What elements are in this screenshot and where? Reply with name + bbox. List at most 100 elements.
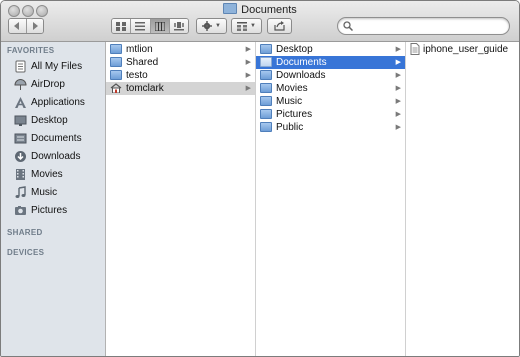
list-item[interactable]: mtlion ▶ [106,43,255,56]
disclosure-arrow-icon: ▶ [245,46,251,53]
list-item-selected[interactable]: tomclark ▶ [106,82,255,95]
nav-buttons [8,18,44,34]
window-title: Documents [241,4,297,16]
disclosure-arrow-icon: ▶ [395,98,401,105]
browser-column-1: mtlion ▶ Shared ▶ testo ▶ tomclark ▶ [106,42,256,356]
back-button[interactable] [9,19,27,33]
chevron-down-icon: ▼ [215,23,221,29]
list-item[interactable]: iphone_user_guide [406,43,519,56]
sidebar-item-music[interactable]: Music [1,184,105,201]
folder-icon [260,44,272,54]
sidebar-item-airdrop[interactable]: AirDrop [1,76,105,93]
item-label: Music [276,96,303,107]
folder-icon [110,57,122,67]
sidebar-section-favorites: FAVORITES [7,46,55,55]
folder-icon [260,109,272,119]
list-view-button[interactable] [131,19,151,33]
disclosure-arrow-icon: ▶ [245,59,251,66]
item-label: mtlion [126,44,153,55]
sidebar: FAVORITES All My Files AirDrop Applicati… [1,42,106,356]
sidebar-item-label: Applications [31,97,85,108]
disclosure-arrow-icon: ▶ [395,111,401,118]
item-label: Desktop [276,44,313,55]
coverflow-view-icon [173,21,184,30]
forward-arrow-icon [32,22,38,30]
sidebar-section-devices: DEVICES [7,248,45,257]
folder-icon [260,57,272,67]
view-switcher [111,18,189,34]
folder-icon [260,96,272,106]
sidebar-item-movies[interactable]: Movies [1,166,105,183]
list-item[interactable]: Movies ▶ [256,82,405,95]
sidebar-item-label: All My Files [31,61,83,72]
disclosure-arrow-icon: ▶ [245,72,251,79]
list-item[interactable]: Music ▶ [256,95,405,108]
list-item[interactable]: Public ▶ [256,121,405,134]
list-item[interactable]: Pictures ▶ [256,108,405,121]
arrange-button[interactable]: ▼ [231,18,262,34]
folder-icon [260,122,272,132]
sidebar-item-documents[interactable]: Documents [1,130,105,147]
sidebar-item-desktop[interactable]: Desktop [1,112,105,129]
sidebar-item-label: AirDrop [31,79,65,90]
sidebar-item-downloads[interactable]: Downloads [1,148,105,165]
disclosure-arrow-icon: ▶ [395,59,401,66]
item-label: Movies [276,83,308,94]
desktop-icon [14,115,27,126]
search-icon [343,21,353,31]
title-bar: Documents ▼ ▼ [1,1,519,42]
disclosure-arrow-icon: ▶ [395,124,401,131]
disclosure-arrow-icon: ▶ [245,85,251,92]
airdrop-icon [14,79,27,90]
documents-icon [14,133,27,144]
item-label: iphone_user_guide [423,44,509,55]
item-label: tomclark [126,83,164,94]
search-input[interactable] [356,19,504,33]
folder-icon [110,44,122,54]
folder-icon [260,83,272,93]
column-view-icon [154,21,165,31]
forward-button[interactable] [26,19,43,33]
list-item[interactable]: testo ▶ [106,69,255,82]
list-item[interactable]: Downloads ▶ [256,69,405,82]
sidebar-item-label: Movies [31,169,63,180]
sidebar-item-pictures[interactable]: Pictures [1,202,105,219]
list-item[interactable]: Desktop ▶ [256,43,405,56]
browser-column-2: Desktop ▶ Documents ▶ Downloads ▶ Movies… [256,42,406,356]
finder-window: Documents ▼ ▼ FAVORITES All My Files Air… [0,0,520,357]
item-label: Shared [126,57,159,68]
document-icon [410,43,420,55]
action-button[interactable]: ▼ [196,18,227,34]
coverflow-view-button[interactable] [169,19,188,33]
disclosure-arrow-icon: ▶ [395,46,401,53]
folder-icon [223,3,238,14]
sidebar-item-applications[interactable]: Applications [1,94,105,111]
list-item-selected[interactable]: Documents ▶ [256,56,405,69]
column-view-button[interactable] [150,19,170,33]
pictures-icon [15,206,26,215]
gear-icon [202,21,213,31]
back-arrow-icon [14,22,20,30]
sidebar-item-label: Documents [31,133,82,144]
window-title-wrap: Documents [1,2,519,18]
item-label: Public [276,122,304,133]
disclosure-arrow-icon: ▶ [395,72,401,79]
icon-view-button[interactable] [112,19,132,33]
search-field[interactable] [337,17,510,35]
home-icon [110,83,122,93]
sidebar-item-all-my-files[interactable]: All My Files [1,58,105,75]
disclosure-arrow-icon: ▶ [395,85,401,92]
sidebar-item-label: Music [31,187,58,198]
arrange-grid-icon [237,21,248,31]
share-button[interactable] [267,18,292,34]
sidebar-item-label: Pictures [31,205,68,216]
browser-column-3: iphone_user_guide [406,42,519,356]
share-icon [274,21,285,31]
item-label: Pictures [276,109,313,120]
chevron-down-icon: ▼ [250,23,256,29]
applications-icon [15,97,26,108]
folder-icon [260,70,272,80]
item-label: Downloads [276,70,326,81]
downloads-icon [15,151,26,162]
list-item[interactable]: Shared ▶ [106,56,255,69]
